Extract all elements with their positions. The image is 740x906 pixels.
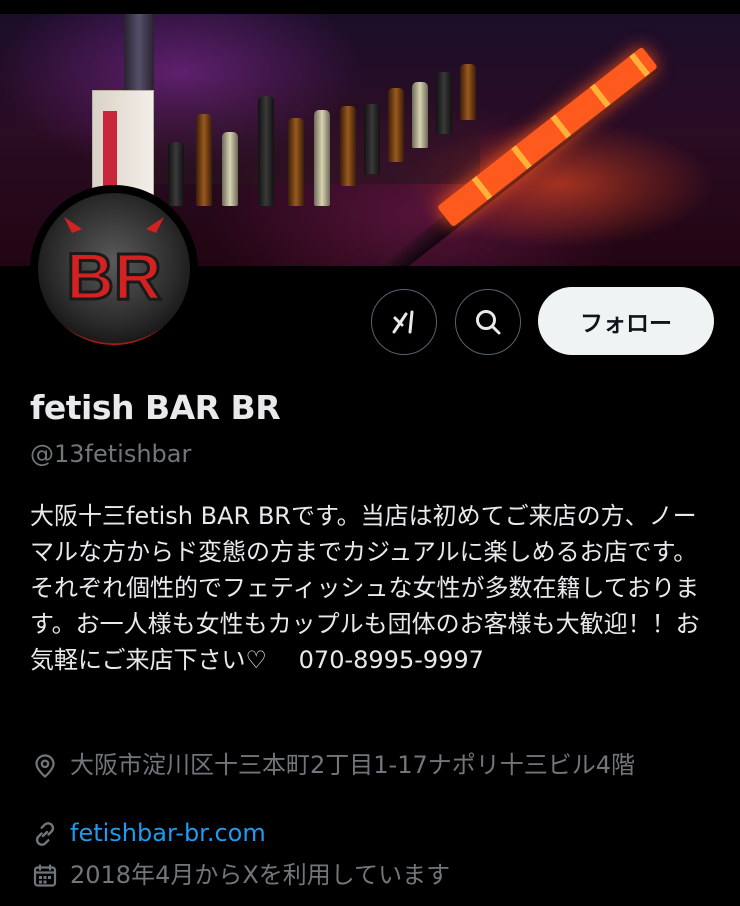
link-icon: [30, 819, 60, 849]
grok-button[interactable]: [371, 289, 437, 355]
follow-button[interactable]: フォロー: [538, 287, 714, 355]
grok-icon: [392, 310, 414, 334]
user-handle: @13fetishbar: [30, 440, 192, 468]
search-icon: [476, 310, 501, 335]
br-logo: BR: [64, 217, 164, 315]
display-name: fetish BAR BR: [30, 388, 281, 427]
location-text: 大阪市淀川区十三本町2丁目1-17ナポリ十三ビル4階: [70, 751, 636, 779]
location-row: 大阪市淀川区十三本町2丁目1-17ナポリ十三ビル4階: [30, 750, 700, 781]
joined-date: 2018年4月からXを利用しています: [70, 861, 451, 889]
website-link[interactable]: fetishbar-br.com: [70, 818, 266, 848]
profile-avatar[interactable]: BR: [30, 185, 198, 353]
top-edge: [0, 0, 740, 14]
location-pin-icon: [30, 751, 60, 781]
search-button[interactable]: [455, 289, 521, 355]
joined-row: 2018年4月からXを利用しています: [30, 860, 450, 891]
svg-text:BR: BR: [66, 239, 161, 313]
website-row: fetishbar-br.com: [30, 818, 266, 849]
calendar-icon: [30, 861, 60, 891]
profile-bio: 大阪十三fetish BAR BRです。当店は初めてご来店の方、ノーマルな方から…: [30, 502, 700, 674]
